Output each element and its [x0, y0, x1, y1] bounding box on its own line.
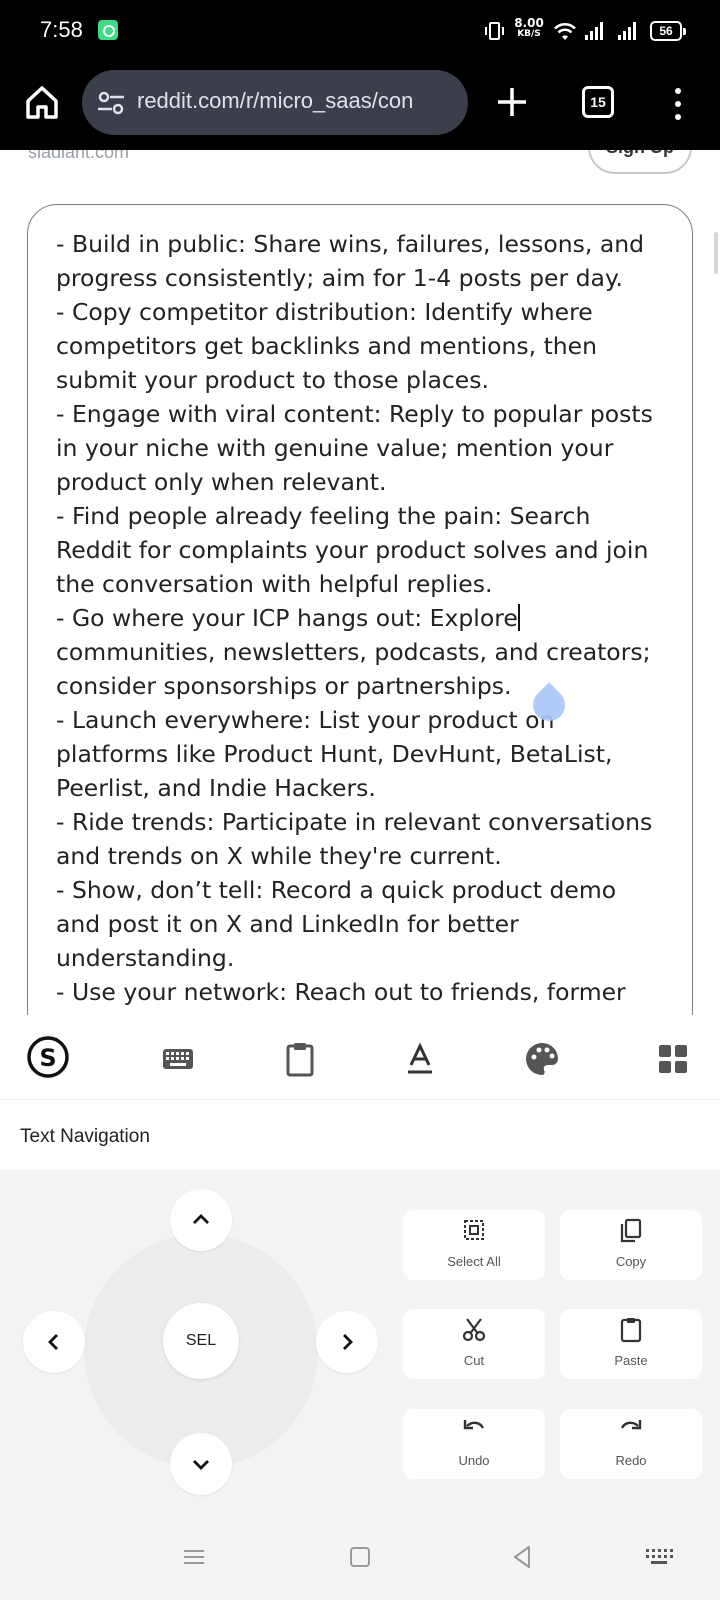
home-nav-icon[interactable] — [346, 1543, 374, 1571]
editor-line[interactable]: consider sponsorships or partnerships. — [56, 669, 676, 703]
editor-line[interactable]: communities, newsletters, podcasts, and … — [56, 635, 676, 669]
clipboard-icon[interactable] — [278, 1037, 322, 1081]
cursor-left-button[interactable] — [23, 1311, 85, 1373]
paste-label: Paste — [614, 1353, 648, 1368]
editor-line[interactable]: - Launch everywhere: List your product o… — [56, 703, 676, 737]
browser-toolbar: reddit.com/r/micro_saas/con 15 — [0, 62, 720, 150]
textarea-content[interactable]: - Build in public: Share wins, failures,… — [56, 227, 676, 1015]
select-mode-button[interactable]: SEL — [163, 1303, 239, 1379]
network-speed-value: 8.00 — [514, 16, 544, 30]
paste-icon — [620, 1318, 642, 1343]
editor-line[interactable]: - Show, don’t tell: Record a quick produ… — [56, 873, 676, 907]
status-time: 7:58 — [40, 17, 83, 42]
sign-up-button[interactable]: Sign Up — [588, 150, 692, 174]
text-format-icon[interactable] — [398, 1037, 442, 1081]
cursor-up-button[interactable] — [170, 1189, 232, 1251]
editor-line[interactable]: - Go where your ICP hangs out: Explore — [56, 601, 676, 635]
editor-line[interactable]: the conversation with helpful replies. — [56, 567, 676, 601]
select-all-label: Select All — [447, 1254, 501, 1269]
copy-icon — [620, 1218, 642, 1243]
editor-line[interactable]: - Find people already feeling the pain: … — [56, 499, 676, 533]
home-icon[interactable] — [22, 82, 62, 122]
tab-switcher-button[interactable]: 15 — [582, 86, 614, 118]
editor-line[interactable]: progress consistently; aim for 1-4 posts… — [56, 261, 676, 295]
undo-button[interactable]: Undo — [403, 1409, 545, 1479]
undo-label: Undo — [458, 1453, 490, 1468]
notification-icon — [98, 20, 118, 40]
redo-button[interactable]: Redo — [560, 1409, 702, 1479]
text-caret — [517, 604, 520, 631]
wifi-icon — [554, 23, 576, 40]
swiftkey-logo-icon[interactable]: S — [26, 1035, 70, 1079]
editor-line[interactable]: competitors get backlinks and mentions, … — [56, 329, 676, 363]
post-body-textarea[interactable]: - Build in public: Share wins, failures,… — [27, 204, 693, 1015]
editor-line[interactable]: - Copy competitor distribution: Identify… — [56, 295, 676, 329]
editor-line[interactable]: platforms like Product Hunt, DevHunt, Be… — [56, 737, 676, 771]
network-speed-unit: KB/S — [517, 29, 541, 39]
cursor-right-button[interactable] — [316, 1311, 378, 1373]
editor-line[interactable]: - Build in public: Share wins, failures,… — [56, 227, 676, 261]
chevron-right-icon — [343, 1334, 353, 1350]
system-navigation-bar — [0, 1515, 720, 1600]
back-nav-icon[interactable] — [509, 1543, 537, 1571]
web-page: sladiant.com Sign Up - Build in public: … — [0, 150, 720, 1015]
new-tab-icon[interactable] — [494, 84, 530, 120]
redo-label: Redo — [615, 1453, 647, 1468]
svg-text:S: S — [39, 1044, 56, 1072]
site-settings-icon[interactable] — [96, 90, 126, 116]
editor-line[interactable]: Reddit for complaints your product solve… — [56, 533, 676, 567]
chevron-left-icon — [48, 1334, 58, 1350]
select-all-button[interactable]: Select All — [403, 1210, 545, 1280]
cursor-down-button[interactable] — [170, 1433, 232, 1495]
editor-line[interactable]: - Engage with viral content: Reply to po… — [56, 397, 676, 431]
editor-line[interactable]: Peerlist, and Indie Hackers. — [56, 771, 676, 805]
text-navigation-title: Text Navigation — [20, 1126, 150, 1147]
copy-label: Copy — [615, 1254, 647, 1269]
address-bar[interactable]: reddit.com/r/micro_saas/con — [82, 70, 468, 135]
network-speed: 8.00 KB/S — [513, 16, 545, 40]
palette-icon[interactable] — [520, 1037, 564, 1081]
keyboard-icon[interactable] — [156, 1037, 200, 1081]
url-text: reddit.com/r/micro_saas/con — [137, 88, 414, 113]
cut-label: Cut — [463, 1353, 485, 1368]
chevron-down-icon — [193, 1460, 209, 1470]
redo-icon — [620, 1420, 642, 1430]
more-menu-icon[interactable] — [668, 84, 688, 124]
keyboard-switch-icon[interactable] — [644, 1543, 674, 1571]
cut-button[interactable]: Cut — [403, 1309, 545, 1379]
status-bar: 7:58 8.00 KB/S 56 — [0, 0, 720, 62]
chevron-up-icon — [193, 1214, 209, 1224]
signal-strength-icon — [585, 22, 607, 40]
editor-line[interactable]: - Use your network: Reach out to friends… — [56, 975, 676, 1009]
recents-icon[interactable] — [180, 1543, 208, 1571]
vibrate-icon — [485, 22, 504, 40]
editor-line[interactable]: - Ride trends: Participate in relevant c… — [56, 805, 676, 839]
undo-icon — [463, 1420, 485, 1430]
paste-button[interactable]: Paste — [560, 1309, 702, 1379]
partial-link-text[interactable]: sladiant.com — [28, 150, 129, 163]
page-scrollbar[interactable] — [714, 232, 718, 274]
battery-icon: 56 — [650, 21, 686, 41]
editor-line[interactable]: and trends on X while they're current. — [56, 839, 676, 873]
editor-line[interactable]: submit your product to those places. — [56, 363, 676, 397]
keyboard-toolbar: S — [0, 1015, 720, 1100]
select-all-icon — [464, 1220, 484, 1240]
grid-icon[interactable] — [651, 1037, 695, 1081]
cut-icon — [462, 1318, 486, 1342]
signal-strength-icon-2 — [618, 22, 640, 40]
editor-line[interactable]: understanding. — [56, 941, 676, 975]
copy-button[interactable]: Copy — [560, 1210, 702, 1280]
editor-line[interactable]: in your niche with genuine value; mentio… — [56, 431, 676, 465]
editor-line[interactable]: and post it on X and LinkedIn for better — [56, 907, 676, 941]
editor-line[interactable]: product only when relevant. — [56, 465, 676, 499]
